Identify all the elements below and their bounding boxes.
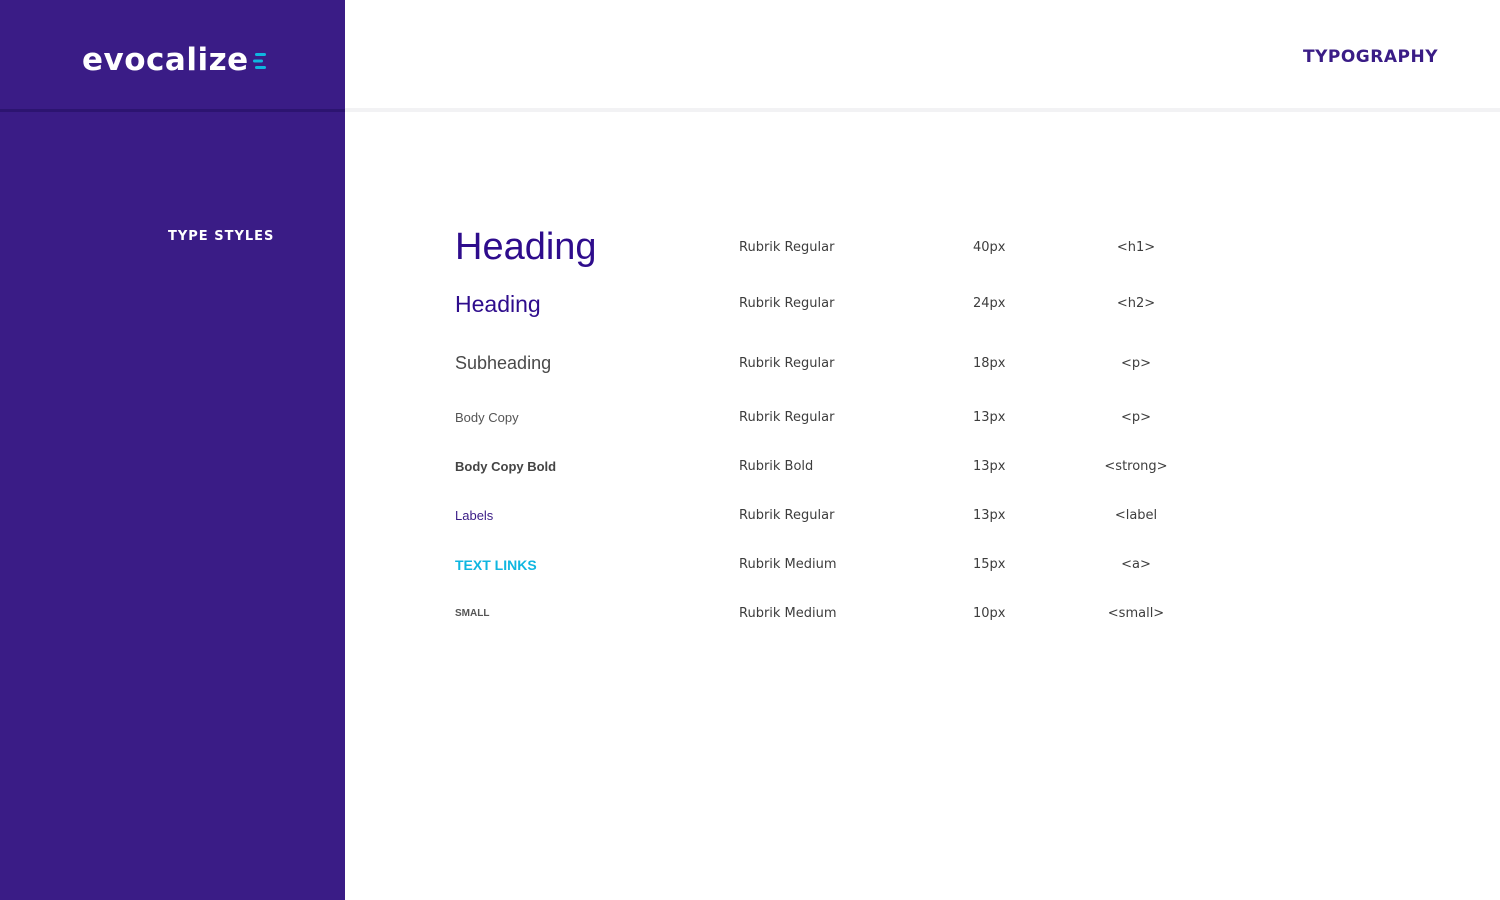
font-name: Rubrik Bold bbox=[739, 459, 814, 474]
html-tag: <h2> bbox=[1116, 296, 1156, 311]
font-name: Rubrik Regular bbox=[739, 240, 835, 255]
sample-body-copy: Body Copy bbox=[455, 410, 519, 425]
brand-logo[interactable]: evocalize bbox=[82, 40, 267, 80]
header: TYPOGRAPHY bbox=[345, 0, 1500, 112]
font-name: Rubrik Regular bbox=[739, 296, 835, 311]
sidebar: evocalize TYPE STYLES bbox=[0, 0, 345, 900]
font-name: Rubrik Regular bbox=[739, 508, 835, 523]
font-size: 13px bbox=[973, 459, 1006, 474]
font-size: 40px bbox=[973, 240, 1006, 255]
font-name: Rubrik Regular bbox=[739, 356, 835, 371]
triple-bar-e-icon bbox=[252, 51, 267, 76]
sidebar-brand-area: evocalize bbox=[0, 0, 345, 112]
font-size: 13px bbox=[973, 410, 1006, 425]
font-size: 24px bbox=[973, 296, 1006, 311]
sample-labels: Labels bbox=[455, 508, 494, 523]
page-title: TYPOGRAPHY bbox=[1302, 47, 1438, 67]
sample-heading-h2: Heading bbox=[455, 291, 541, 317]
sample-text-link[interactable]: TEXT LINKS bbox=[455, 557, 537, 573]
logo-text: evocalize bbox=[82, 42, 249, 78]
sample-heading-h1: Heading bbox=[455, 226, 597, 268]
sample-small: SMALL bbox=[455, 608, 490, 619]
sample-body-copy-bold: Body Copy Bold bbox=[455, 459, 557, 474]
html-tag: <label bbox=[1114, 508, 1158, 523]
font-size: 15px bbox=[973, 557, 1006, 572]
typography-page: evocalize TYPE STYLES TYPOGRAPHY Heading… bbox=[0, 0, 1500, 900]
font-size: 13px bbox=[973, 508, 1006, 523]
font-size: 18px bbox=[973, 356, 1006, 371]
html-tag: <strong> bbox=[1104, 459, 1168, 474]
html-tag: <a> bbox=[1121, 557, 1151, 572]
font-name: Rubrik Medium bbox=[739, 557, 837, 572]
html-tag: <small> bbox=[1107, 606, 1165, 621]
html-tag: <h1> bbox=[1116, 240, 1156, 255]
font-name: Rubrik Medium bbox=[739, 606, 837, 621]
sidebar-item-type-styles[interactable]: TYPE STYLES bbox=[168, 229, 274, 244]
html-tag: <p> bbox=[1120, 356, 1152, 371]
font-name: Rubrik Regular bbox=[739, 410, 835, 425]
font-size: 10px bbox=[973, 606, 1006, 621]
sample-subheading: Subheading bbox=[455, 353, 552, 373]
html-tag: <p> bbox=[1120, 410, 1152, 425]
